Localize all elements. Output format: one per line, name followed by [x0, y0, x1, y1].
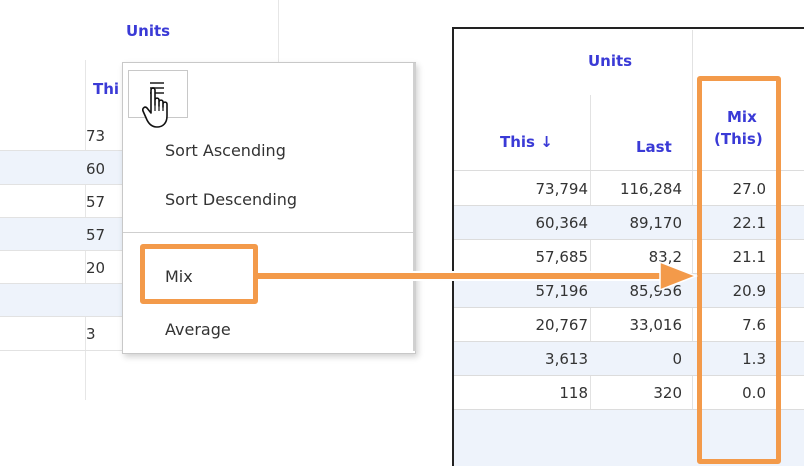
callout-arrow-icon — [258, 260, 699, 292]
